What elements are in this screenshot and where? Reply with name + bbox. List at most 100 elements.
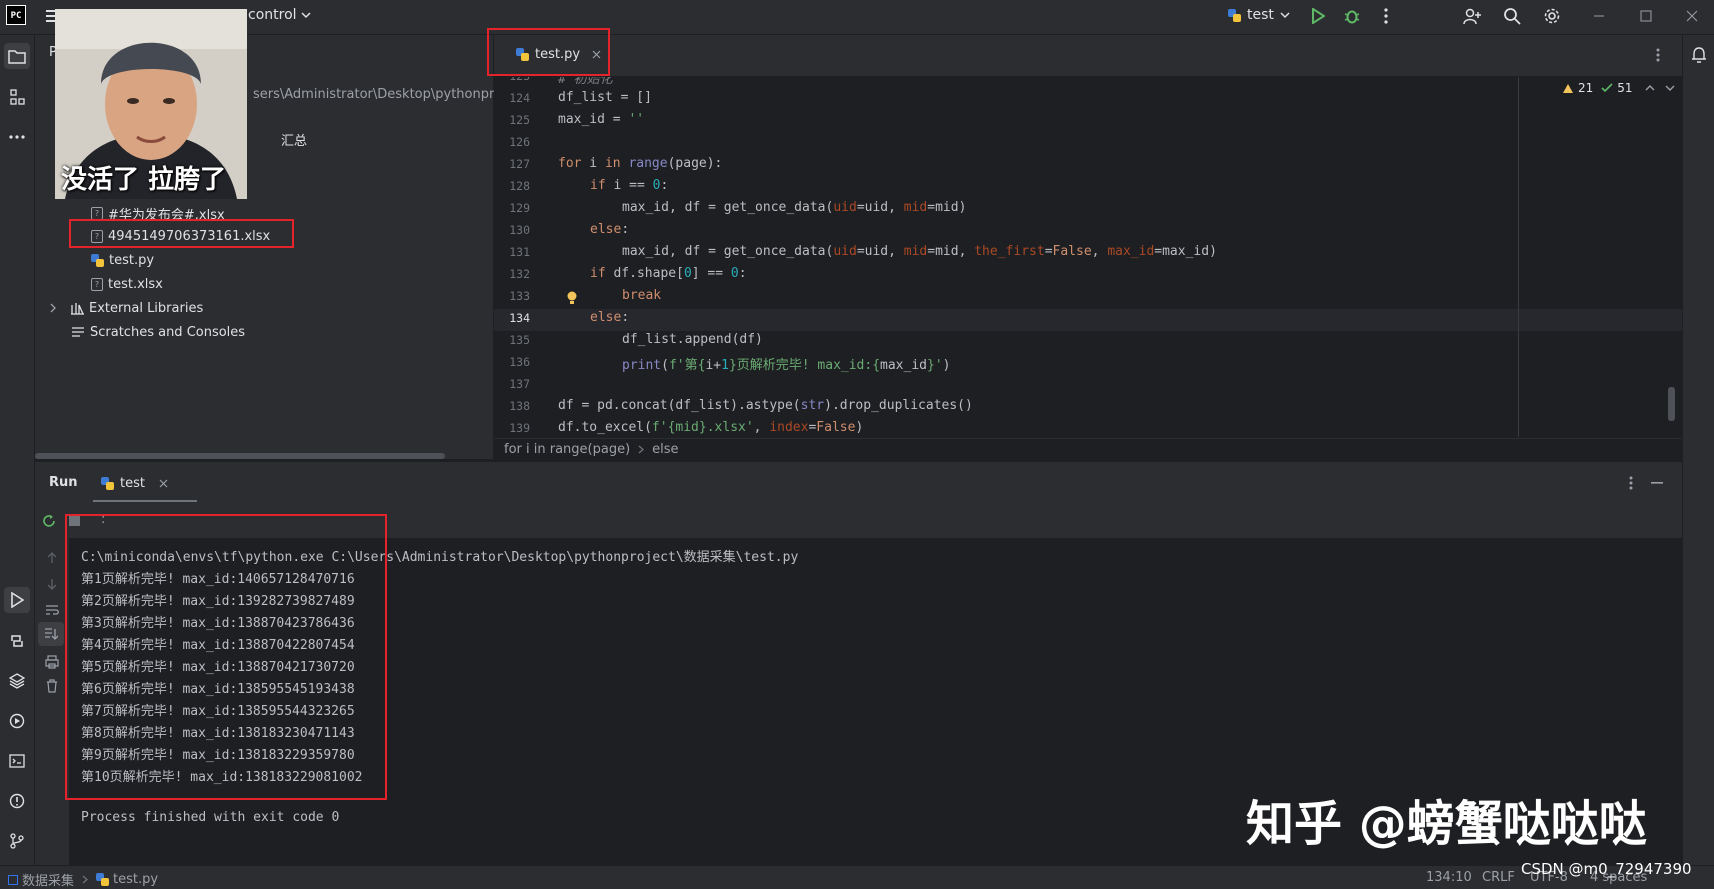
stop-button[interactable]: [69, 515, 80, 526]
search-icon[interactable]: [1500, 4, 1524, 28]
chevron-right-icon: [638, 445, 645, 454]
structure-tool-button[interactable]: [5, 85, 29, 109]
inspection-widget[interactable]: 21 51: [1562, 81, 1675, 95]
lightbulb-icon[interactable]: [566, 290, 578, 306]
problems-tool-button[interactable]: [5, 789, 29, 813]
console-line: 第7页解析完毕! max_id:138595544323265: [81, 704, 355, 719]
git-tool-button[interactable]: [5, 829, 29, 853]
code-line: else:: [590, 310, 629, 325]
maximize-button[interactable]: [1634, 4, 1658, 28]
code-editor[interactable]: 21 51 123 124 125 126 127 128 129 130 13…: [494, 77, 1682, 437]
scroll-up-button[interactable]: [40, 546, 64, 570]
rerun-button[interactable]: [37, 509, 61, 533]
csdn-watermark: CSDN @m0_72947390: [1521, 860, 1692, 878]
tree-file-xlsx[interactable]: ? #华为发布会#.xlsx: [91, 203, 225, 223]
chevron-down-icon[interactable]: [1665, 84, 1675, 92]
tree-scratches[interactable]: Scratches and Consoles: [71, 322, 245, 342]
terminal-icon: [9, 754, 25, 768]
tree-file-xlsx[interactable]: ? test.xlsx: [91, 274, 163, 294]
code-token: 0: [730, 266, 739, 281]
file-name: 4945149706373161.xlsx: [108, 228, 271, 244]
code-token: i+: [705, 358, 722, 373]
status-file[interactable]: test.py: [113, 872, 158, 887]
console-line: 第10页解析完毕! max_id:138183229081002: [81, 770, 363, 785]
tab-options-icon[interactable]: [1646, 43, 1670, 67]
code-token: =mid): [927, 200, 967, 215]
python-icon: [1228, 8, 1241, 22]
debug-button[interactable]: [1340, 4, 1364, 28]
horizontal-scrollbar[interactable]: [35, 453, 445, 459]
tree-external-libraries[interactable]: External Libraries: [49, 298, 203, 318]
line-separator[interactable]: CRLF: [1482, 870, 1515, 885]
code-line: # 初始化: [558, 77, 613, 87]
code-token: ,: [1091, 244, 1108, 259]
run-panel-header: Run test: [35, 461, 1682, 504]
run-toolbar-overflow[interactable]: :: [101, 512, 105, 527]
status-folder[interactable]: 数据采集: [22, 870, 74, 889]
close-window-button[interactable]: [1680, 4, 1704, 28]
code-line: df_list.append(df): [622, 332, 763, 347]
problems-icon: [9, 793, 25, 809]
code-token: index: [769, 420, 809, 435]
vcs-widget[interactable]: control: [248, 7, 311, 23]
tree-file-py[interactable]: test.py: [91, 250, 154, 270]
line-number: 137: [509, 377, 530, 391]
chevron-up-icon[interactable]: [1645, 84, 1655, 92]
add-user-icon[interactable]: [1460, 4, 1484, 28]
more-actions-icon[interactable]: [1374, 4, 1398, 28]
line-number: 138: [509, 399, 530, 413]
tab-test-py[interactable]: test.py: [504, 35, 602, 76]
chevron-down-icon: [1280, 12, 1290, 19]
tree-file-xlsx[interactable]: ? 4945149706373161.xlsx: [91, 226, 270, 246]
play-icon: [1312, 8, 1325, 24]
run-options-icon[interactable]: [1619, 471, 1643, 495]
code-token: f'第{: [668, 358, 706, 373]
more-tools-button[interactable]: [5, 125, 29, 149]
run-tool-button[interactable]: [4, 587, 30, 613]
project-tool-button[interactable]: [4, 43, 30, 69]
layers-tool-button[interactable]: [5, 669, 29, 693]
file-name: test.py: [109, 252, 155, 268]
webcam-caption: 没活了 拉胯了: [61, 165, 227, 195]
soft-wrap-button[interactable]: [40, 598, 64, 622]
code-token: ): [942, 358, 951, 373]
line-number: 125: [509, 113, 530, 127]
run-toolbar: :: [35, 504, 1682, 538]
code-line: print(f'第{i+1}页解析完毕! max_id:{max_id}'): [622, 354, 950, 373]
gear-icon[interactable]: [1540, 4, 1564, 28]
zhihu-watermark: 知乎 @螃蟹哒哒哒: [1246, 796, 1647, 852]
run-button[interactable]: [1306, 4, 1330, 28]
breadcrumb-item[interactable]: for i in range(page): [504, 442, 630, 457]
line-number: 134: [509, 311, 530, 325]
hide-panel-button[interactable]: [1645, 471, 1669, 495]
close-tab-icon[interactable]: [159, 479, 168, 488]
editor-breadcrumb: for i in range(page) else: [494, 438, 1682, 461]
services-tool-button[interactable]: [5, 709, 29, 733]
code-token: i: [581, 156, 605, 171]
breadcrumb-item[interactable]: else: [652, 442, 678, 457]
vertical-scrollbar[interactable]: [1668, 387, 1675, 421]
notifications-button[interactable]: [1687, 43, 1711, 67]
run-tab-test[interactable]: test: [93, 466, 197, 502]
warning-count: 21: [1578, 81, 1594, 95]
code-line: df_list = []: [558, 90, 652, 105]
python-console-button[interactable]: [5, 629, 29, 653]
scratches-label: Scratches and Consoles: [90, 324, 246, 340]
code-token: df_list.append(df): [622, 332, 763, 347]
terminal-tool-button[interactable]: [5, 749, 29, 773]
clear-console-button[interactable]: [40, 674, 64, 698]
scroll-to-end-button[interactable]: [38, 622, 64, 646]
run-config-selector[interactable]: test: [1228, 7, 1290, 23]
print-button[interactable]: [40, 650, 64, 674]
scroll-down-button[interactable]: [40, 572, 64, 596]
python-file-icon: [96, 873, 110, 886]
close-tab-icon[interactable]: [592, 50, 601, 59]
warning-icon: [1563, 83, 1573, 93]
left-tool-strip: [0, 35, 35, 865]
right-margin-guide: [1518, 77, 1519, 437]
printer-icon: [45, 655, 59, 669]
minimize-button[interactable]: [1587, 4, 1611, 28]
code-token: (page):: [667, 156, 723, 171]
line-number: 124: [509, 91, 530, 105]
caret-position[interactable]: 134:10: [1426, 870, 1472, 885]
